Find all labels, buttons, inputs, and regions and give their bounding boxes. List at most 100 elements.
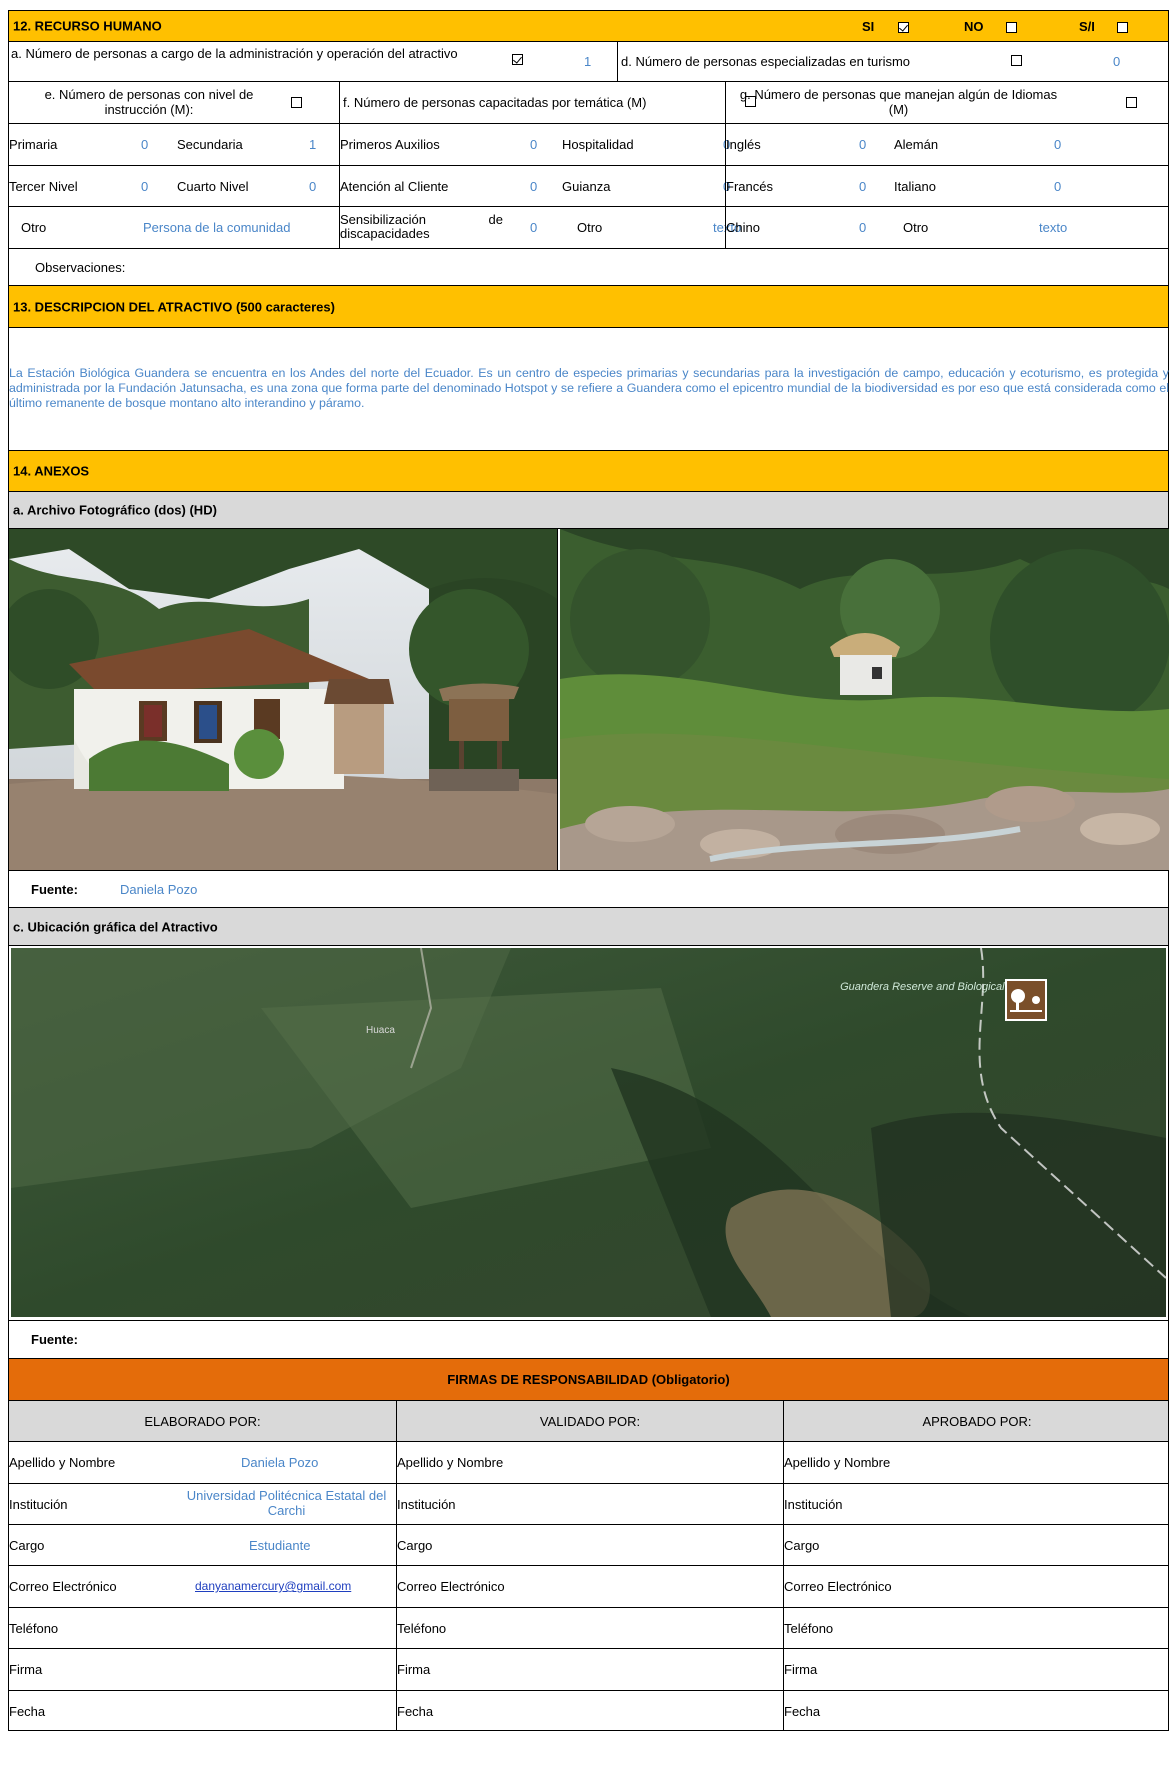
validado-cell[interactable]: Institución <box>396 1484 783 1524</box>
field-label: Institución <box>9 1497 68 1512</box>
firma-row-correo: Correo Electrónico danyanamercury@gmail.… <box>8 1566 1169 1608</box>
elaborado-institucion[interactable]: Universidad Politécnica Estatal del Carc… <box>179 1488 394 1518</box>
field-label: Cargo <box>397 1538 433 1553</box>
f-cells: Primeros Auxilios 0 Hospitalidad 0 <box>339 124 730 165</box>
e-label: e. Número de personas con nivel de instr… <box>44 87 254 117</box>
section-14-title: 14. ANEXOS <box>13 463 90 479</box>
elaborado-email-link[interactable]: danyanamercury@gmail.com <box>195 1579 351 1593</box>
fuente2-row: Fuente: <box>8 1321 1169 1359</box>
cell-value: texto <box>1039 220 1068 235</box>
d-checkbox[interactable] <box>1011 55 1022 66</box>
field-label: Teléfono <box>784 1621 834 1636</box>
cell-value: 0 <box>141 137 149 152</box>
section-14-header: 14. ANEXOS <box>8 451 1169 492</box>
aprobado-cell[interactable]: Fecha <box>783 1691 1169 1730</box>
elaborado-nombre[interactable]: Daniela Pozo <box>241 1455 318 1470</box>
aprobado-cell[interactable]: Teléfono <box>783 1608 1169 1648</box>
cell-label: Italiano <box>894 179 936 194</box>
aprobado-cell[interactable]: Institución <box>783 1484 1169 1524</box>
field-label: Teléfono <box>9 1621 59 1636</box>
a-label: a. Número de personas a cargo de la admi… <box>11 46 458 61</box>
cell-value: 0 <box>859 220 867 235</box>
cell-label: Hospitalidad <box>562 137 634 152</box>
col-validado: VALIDADO POR: <box>396 1401 783 1441</box>
validado-cell[interactable]: Teléfono <box>396 1608 783 1648</box>
g-cells: Francés 0 Italiano 0 <box>725 166 1169 206</box>
photo-archive-header: a. Archivo Fotográfico (dos) (HD) <box>8 492 1169 529</box>
field-label: Correo Electrónico <box>9 1579 117 1594</box>
section-13-header: 13. DESCRIPCION DEL ATRACTIVO (500 carac… <box>8 286 1169 328</box>
no-checkbox[interactable] <box>1006 22 1017 33</box>
firmas-title: FIRMAS DE RESPONSABILIDAD (Obligatorio) <box>447 1372 730 1387</box>
validado-cell[interactable]: Cargo <box>396 1525 783 1565</box>
cell-label: Chino <box>726 220 760 235</box>
no-label: NO <box>964 19 984 34</box>
field-label: Firma <box>397 1662 431 1677</box>
fuente2-label: Fuente: <box>31 1332 78 1347</box>
cell-value: 0 <box>530 137 538 152</box>
satellite-map[interactable]: Huaca Guandera Reserve and Biological St… <box>11 948 1166 1318</box>
e-checkbox[interactable] <box>291 97 302 108</box>
photo-house-image <box>9 529 557 870</box>
validado-cell[interactable]: Apellido y Nombre <box>396 1442 783 1483</box>
cell-label: Sensibilización de discapacidades <box>340 212 503 241</box>
si-checkbox[interactable] <box>898 22 909 33</box>
fuente-label: Fuente: <box>31 882 78 897</box>
aprobado-cell[interactable]: Correo Electrónico <box>783 1566 1169 1607</box>
g-label: g. Número de personas que manejan algún … <box>739 87 1058 117</box>
cell-label: Inglés <box>726 137 761 152</box>
validado-cell[interactable]: Firma <box>396 1649 783 1690</box>
cell-label: Cuarto Nivel <box>177 179 249 194</box>
a-label-cell: a. Número de personas a cargo de la admi… <box>9 42 514 81</box>
cell-value: 0 <box>1054 137 1062 152</box>
cell-label: Otro <box>903 220 929 235</box>
description-cell[interactable]: La Estación Biológica Guandera se encuen… <box>8 328 1169 451</box>
field-label: Correo Electrónico <box>784 1579 892 1594</box>
aprobado-cell[interactable]: Cargo <box>783 1525 1169 1565</box>
ficha-page: 12. RECURSO HUMANO SI NO S/I a. Número d… <box>8 10 1169 1731</box>
elaborado-cargo[interactable]: Estudiante <box>249 1538 310 1553</box>
section-12-title: 12. RECURSO HUMANO <box>13 18 162 34</box>
cell-label: Francés <box>726 179 773 194</box>
field-label: Teléfono <box>397 1621 447 1636</box>
validado-cell[interactable]: Fecha <box>396 1691 783 1730</box>
photo-stream-hut <box>560 529 1169 870</box>
cell-value: 0 <box>859 137 867 152</box>
cell-label: Otro <box>577 220 603 235</box>
field-label: Institución <box>784 1497 843 1512</box>
photos-row <box>8 529 1169 871</box>
aprobado-cell[interactable]: Firma <box>783 1649 1169 1690</box>
fuente-row: Fuente: Daniela Pozo <box>8 871 1169 908</box>
field-label: Correo Electrónico <box>397 1579 505 1594</box>
f-cells: Sensibilización de discapacidades 0 Otro… <box>339 207 741 248</box>
field-label: Firma <box>9 1662 43 1677</box>
g-cells: Chino 0 Otro texto <box>725 207 1169 248</box>
field-label: Fecha <box>9 1704 46 1719</box>
cell-label: Alemán <box>894 137 939 152</box>
cell-value: 0 <box>530 220 538 235</box>
aprobado-cell[interactable]: Apellido y Nombre <box>783 1442 1169 1483</box>
field-label: Apellido y Nombre <box>397 1455 504 1470</box>
a-checkbox[interactable] <box>512 54 523 65</box>
data-row-2: Tercer Nivel 0 Cuarto Nivel 0 Atención a… <box>8 166 1169 207</box>
cell-label: Atención al Cliente <box>340 179 449 194</box>
row-efg-headers: e. Número de personas con nivel de instr… <box>8 82 1169 124</box>
d-label: d. Número de personas especializadas en … <box>621 54 911 69</box>
cell-value: 0 <box>859 179 867 194</box>
data-row-3: Otro Persona de la comunidad Sensibiliza… <box>8 207 1169 249</box>
firma-row-cargo: Cargo Estudiante Cargo Cargo <box>8 1525 1169 1566</box>
firma-row-telefono: Teléfono Teléfono Teléfono <box>8 1608 1169 1649</box>
si-label: SI <box>862 19 875 34</box>
g-cells: Inglés 0 Alemán 0 <box>725 124 1169 165</box>
g-checkbox[interactable] <box>1126 97 1137 108</box>
field-label: Cargo <box>9 1538 45 1553</box>
photo-station-house <box>9 529 557 870</box>
d-cell: d. Número de personas especializadas en … <box>617 42 1169 81</box>
cell-label: Primaria <box>9 137 58 152</box>
e-header: e. Número de personas con nivel de instr… <box>9 82 339 123</box>
sn-checkbox[interactable] <box>1117 22 1128 33</box>
validado-cell[interactable]: Correo Electrónico <box>396 1566 783 1607</box>
col-title: APROBADO POR: <box>922 1414 1032 1429</box>
field-label: Fecha <box>397 1704 434 1719</box>
field-label: Apellido y Nombre <box>9 1455 116 1470</box>
